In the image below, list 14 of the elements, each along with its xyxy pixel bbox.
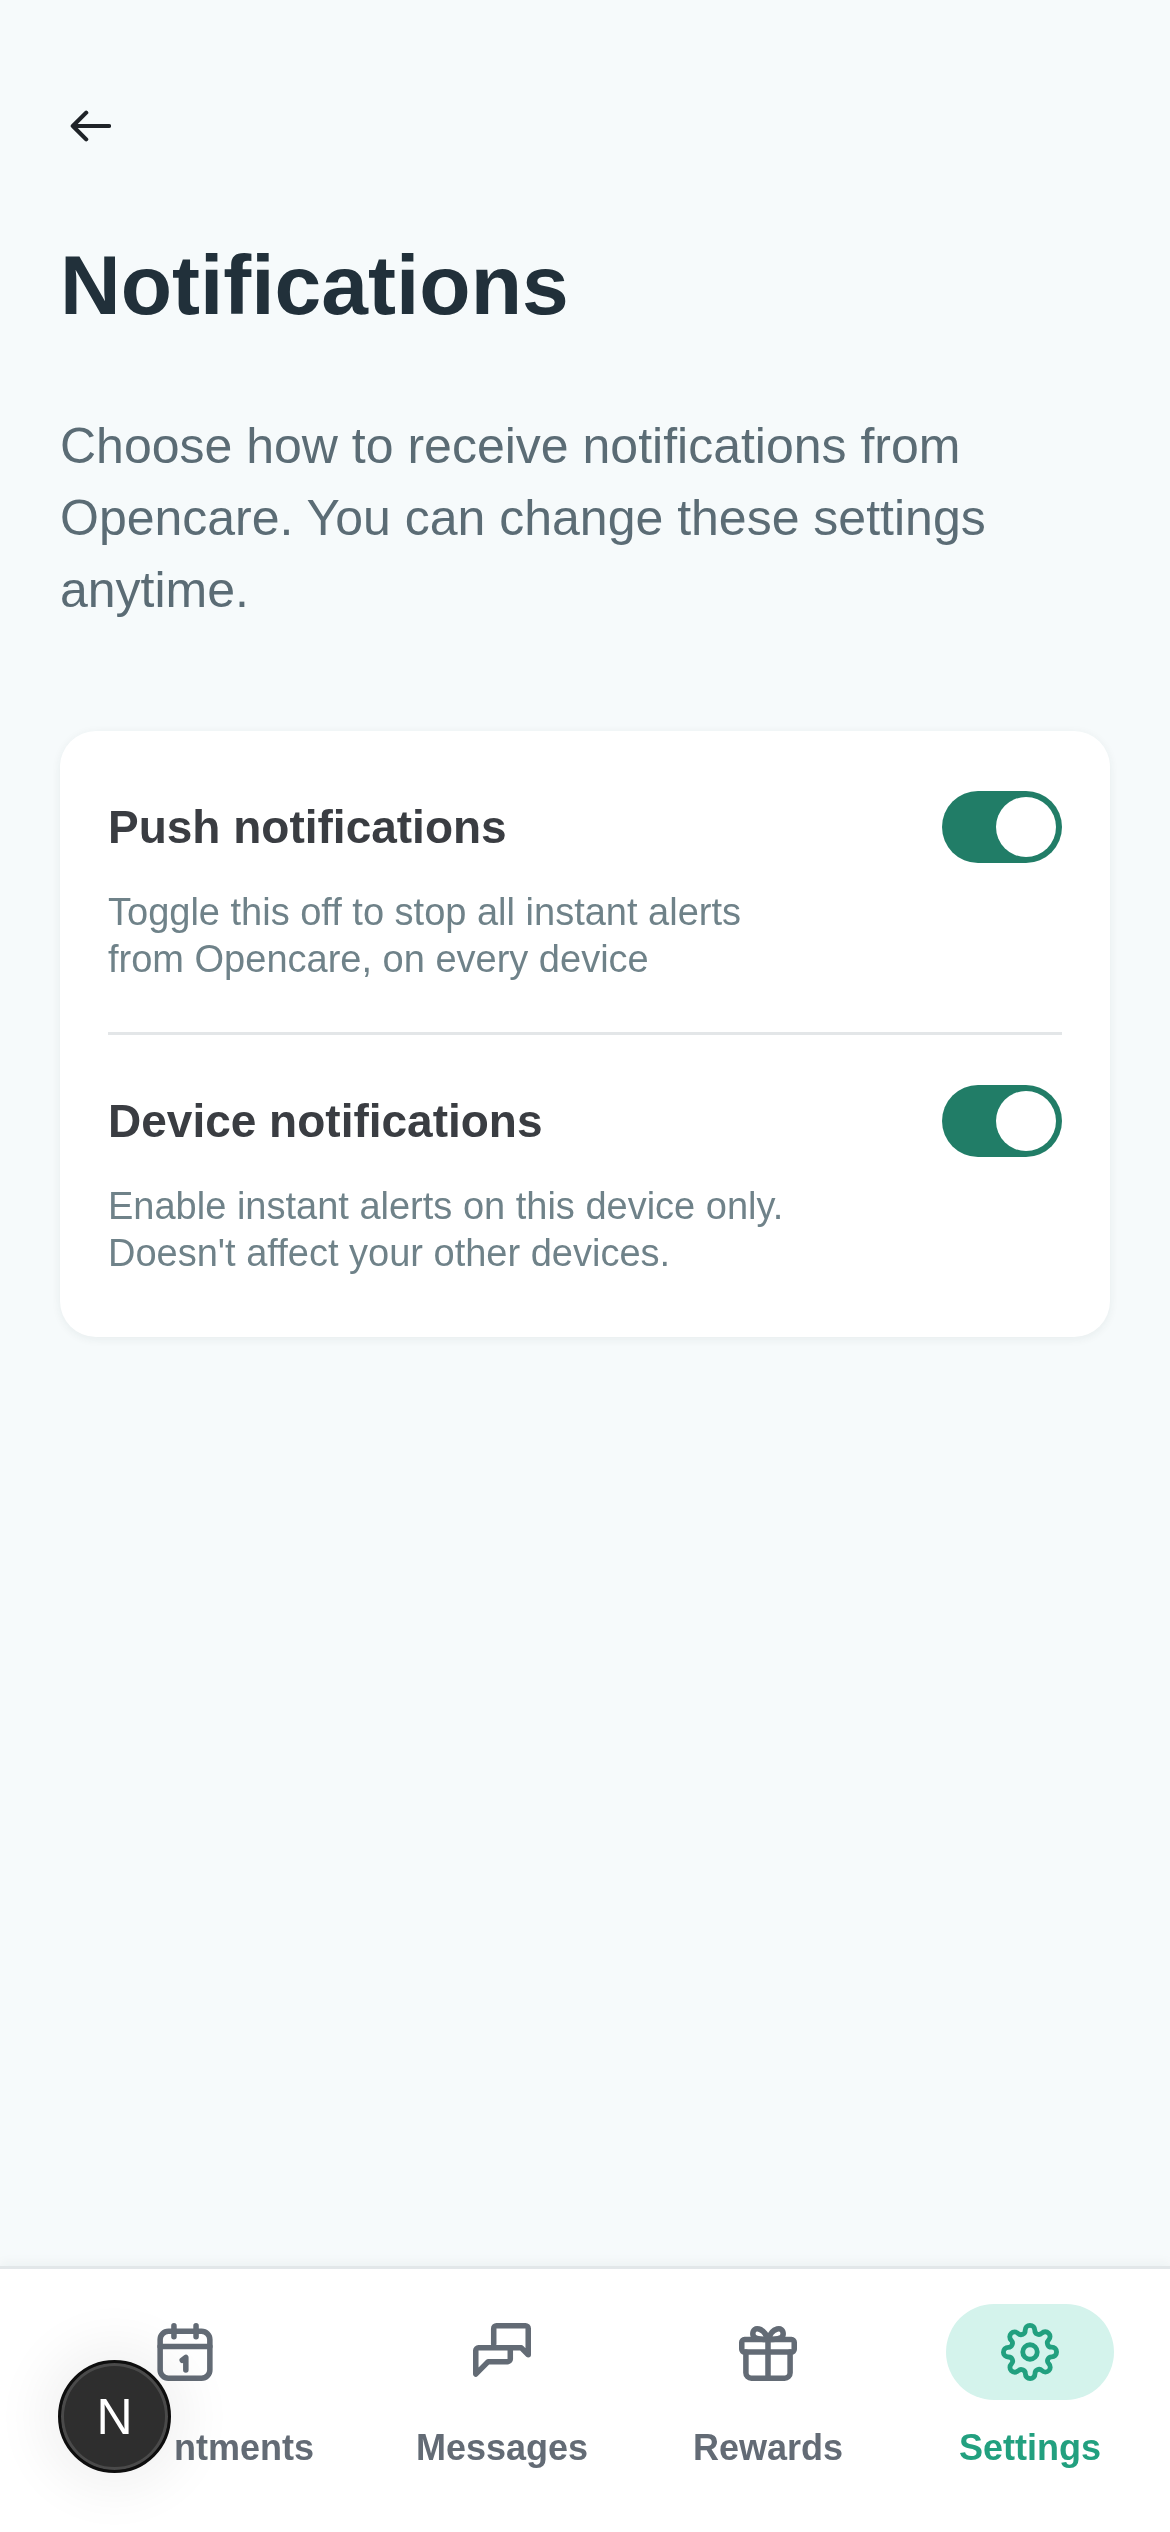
tab[interactable]: Settings bbox=[946, 2304, 1114, 2470]
setting-description: Enable instant alerts on this device only. Doesn't affect your other devices. bbox=[108, 1184, 785, 1276]
setting-title: Device notifications bbox=[108, 1094, 543, 1148]
intro-text: Choose how to receive notifications from Opencare. You can change these settings anytime. bbox=[60, 417, 987, 620]
setting-title: Push notifications bbox=[108, 800, 507, 854]
tab[interactable]: Rewards bbox=[690, 2304, 846, 2470]
back-button[interactable] bbox=[69, 108, 111, 144]
setting-description: Toggle this off to stop all instant alerts from Opencare, on every device bbox=[108, 890, 742, 982]
gift-icon bbox=[739, 2323, 797, 2381]
calendar-icon bbox=[156, 2323, 214, 2381]
back-arrow-icon bbox=[69, 108, 111, 144]
page-title: Notifications bbox=[60, 243, 569, 327]
settings-icon bbox=[1001, 2323, 1059, 2381]
tab[interactable]: Messages bbox=[414, 2304, 590, 2470]
